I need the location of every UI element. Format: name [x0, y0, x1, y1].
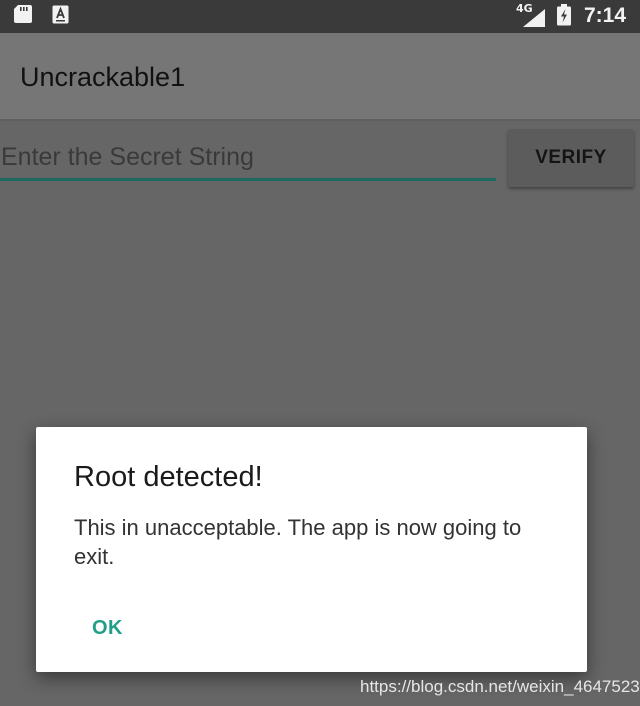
verify-button[interactable]: VERIFY	[508, 129, 634, 187]
dialog-title: Root detected!	[74, 461, 263, 493]
battery-charging-icon	[557, 4, 571, 26]
clock: 7:14	[584, 4, 627, 27]
app-bar: Uncrackable1	[0, 33, 640, 121]
status-bar: 4G 7:14	[0, 0, 640, 33]
root-detected-dialog: Root detected! This in unacceptable. The…	[36, 427, 587, 672]
app-title: Uncrackable1	[20, 62, 186, 92]
ok-button[interactable]: OK	[78, 608, 137, 648]
watermark: https://blog.csdn.net/weixin_46475231	[360, 677, 640, 696]
sd-card-icon	[14, 5, 32, 23]
secret-string-input[interactable]	[0, 137, 496, 181]
a-notification-icon	[52, 5, 69, 24]
dialog-message: This in unacceptable. The app is now goi…	[74, 515, 522, 569]
signal-4g-icon: 4G	[516, 2, 546, 28]
